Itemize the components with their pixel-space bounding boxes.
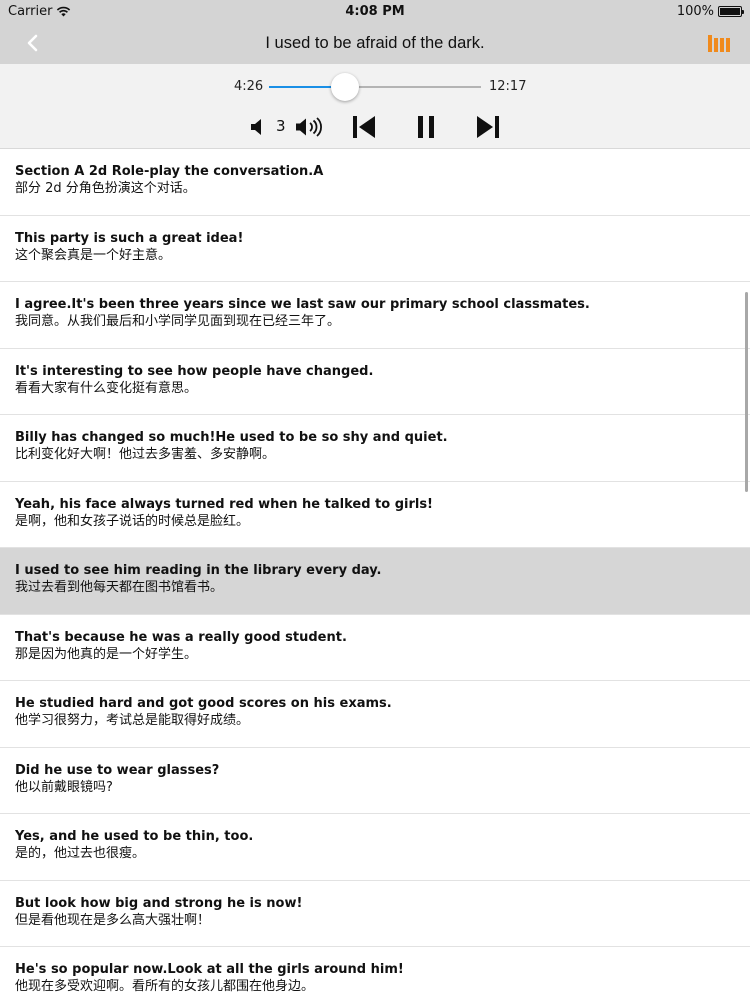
- back-button[interactable]: [22, 31, 42, 55]
- status-bar: Carrier 4:08 PM 100%: [0, 0, 750, 22]
- sentence-list[interactable]: Section A 2d Role-play the conversation.…: [0, 149, 750, 1000]
- sentence-english: Yeah, his face always turned red when he…: [15, 496, 433, 512]
- library-button[interactable]: [708, 33, 730, 53]
- status-time: 4:08 PM: [345, 3, 405, 19]
- status-left: Carrier: [8, 4, 71, 19]
- sentence-row[interactable]: But look how big and strong he is now! 但是…: [0, 881, 750, 947]
- sentence-english: Did he use to wear glasses?: [15, 762, 220, 778]
- sentence-english: I agree.It's been three years since we l…: [15, 297, 590, 312]
- sentence-chinese: 他以前戴眼镜吗?: [15, 779, 113, 795]
- sentence-chinese: 这个聚会真是一个好主意。: [15, 247, 172, 263]
- sentence-english: That's because he was a really good stud…: [15, 629, 347, 645]
- scrollbar[interactable]: [745, 292, 748, 492]
- wifi-icon: [57, 6, 71, 16]
- sentence-chinese: 他现在多受欢迎啊。看所有的女孩儿都围在他身边。: [15, 979, 315, 994]
- sentence-chinese: 是啊，他和女孩子说话的时候总是脸红。: [15, 513, 250, 529]
- sentence-chinese: 但是看他现在是多么高大强壮啊！: [15, 912, 211, 928]
- sentence-row[interactable]: This party is such a great idea! 这个聚会真是一个…: [0, 216, 750, 282]
- sentence-english: I used to see him reading in the library…: [15, 563, 382, 578]
- sentence-row[interactable]: Billy has changed so much!He used to be …: [0, 415, 750, 482]
- sentence-row[interactable]: That's because he was a really good stud…: [0, 615, 750, 681]
- sentence-chinese: 看看大家有什么变化挺有意思。: [15, 380, 198, 396]
- sentence-chinese: 部分 2d 分角色扮演这个对话。: [15, 181, 196, 196]
- sentence-english: But look how big and strong he is now!: [15, 895, 303, 911]
- sentence-chinese: 是的，他过去也很瘦。: [15, 846, 146, 861]
- sentence-row[interactable]: Section A 2d Role-play the conversation.…: [0, 149, 750, 216]
- total-time: 12:17: [489, 79, 527, 94]
- skip-next-icon: [477, 116, 499, 138]
- sentence-chinese: 我同意。从我们最后和小学同学见面到现在已经三年了。: [15, 314, 341, 329]
- sentence-english: This party is such a great idea!: [15, 230, 244, 246]
- sentence-english: Section A 2d Role-play the conversation.…: [15, 164, 324, 179]
- progress-slider[interactable]: [269, 73, 481, 101]
- sentence-row[interactable]: He studied hard and got good scores on h…: [0, 681, 750, 748]
- battery-percent: 100%: [676, 3, 714, 19]
- sentence-row[interactable]: I agree.It's been three years since we l…: [0, 282, 750, 349]
- sentence-row[interactable]: I used to see him reading in the library…: [0, 548, 750, 615]
- pause-icon: [418, 116, 434, 138]
- sentence-row[interactable]: Did he use to wear glasses? 他以前戴眼镜吗?: [0, 748, 750, 814]
- sentence-english: Billy has changed so much!He used to be …: [15, 430, 448, 445]
- status-right: 100%: [676, 3, 744, 19]
- carrier-label: Carrier: [8, 3, 53, 19]
- sentence-row[interactable]: He's so popular now.Look at all the girl…: [0, 947, 750, 1000]
- pause-button[interactable]: [414, 112, 438, 142]
- battery-icon: [718, 5, 744, 17]
- previous-button[interactable]: [350, 112, 378, 142]
- sentence-row[interactable]: Yes, and he used to be thin, too. 是的，他过去也…: [0, 814, 750, 881]
- speaker-waves-icon: [296, 117, 322, 137]
- audio-player: 4:26 12:17 3: [0, 64, 750, 149]
- playback-controls: 3: [0, 112, 750, 142]
- sentence-chinese: 比利变化好大啊！他过去多害羞、多安静啊。: [15, 447, 276, 462]
- sentence-chinese: 那是因为他真的是一个好学生。: [15, 646, 198, 662]
- sentence-english: He studied hard and got good scores on h…: [15, 696, 392, 711]
- volume-level: 3: [276, 117, 286, 135]
- current-time: 4:26: [234, 79, 264, 94]
- next-button[interactable]: [474, 112, 502, 142]
- sentence-english: It's interesting to see how people have …: [15, 363, 374, 379]
- library-bars-icon: [708, 35, 730, 52]
- sentence-row[interactable]: Yeah, his face always turned red when he…: [0, 482, 750, 548]
- sentence-english: Yes, and he used to be thin, too.: [15, 829, 254, 844]
- sentence-chinese: 我过去看到他每天都在图书馆看书。: [15, 580, 224, 595]
- volume-down-button[interactable]: [248, 112, 266, 142]
- progress-thumb[interactable]: [331, 73, 360, 101]
- sentence-row[interactable]: It's interesting to see how people have …: [0, 349, 750, 415]
- skip-previous-icon: [353, 116, 375, 138]
- sentence-chinese: 他学习很努力，考试总是能取得好成绩。: [15, 713, 250, 728]
- volume-up-button[interactable]: [295, 112, 325, 142]
- sentence-english: He's so popular now.Look at all the girl…: [15, 962, 404, 977]
- speaker-icon: [251, 119, 261, 135]
- nav-bar: I used to be afraid of the dark.: [0, 22, 750, 64]
- chevron-left-icon: [27, 34, 38, 52]
- page-title: I used to be afraid of the dark.: [265, 33, 485, 52]
